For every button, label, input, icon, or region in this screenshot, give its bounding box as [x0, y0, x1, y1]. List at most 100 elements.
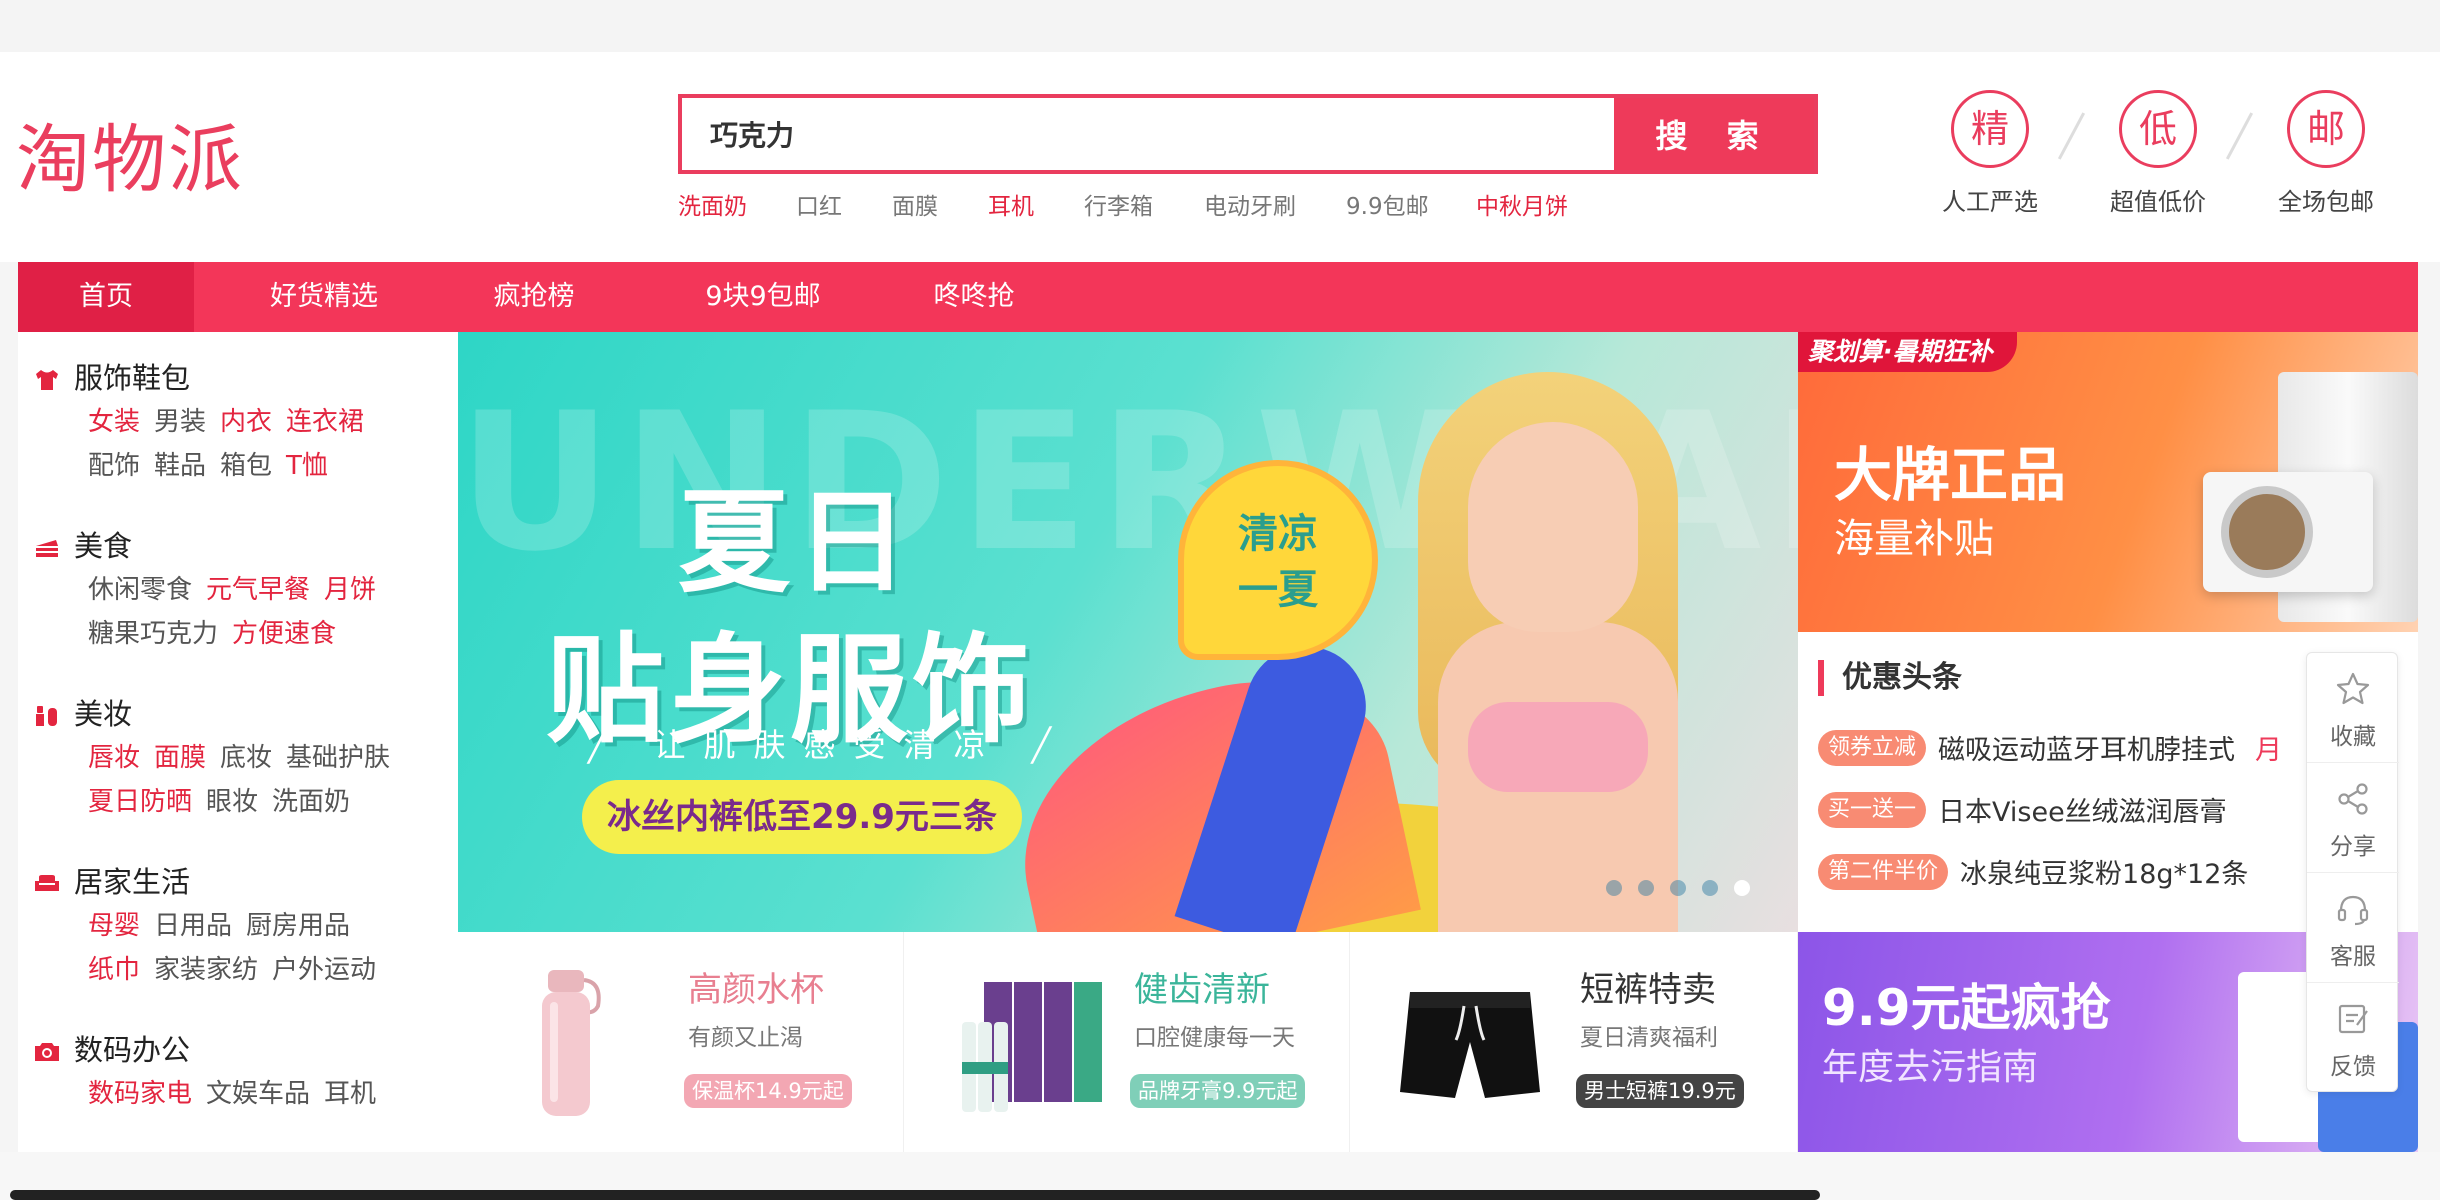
main-carousel-banner[interactable]: UNDERWEAR 夏日 贴身服饰 ╱ 让肌肤感受清凉 ╱ 冰丝内裤低至29.9…	[458, 332, 1798, 932]
category-link[interactable]: 鞋品	[154, 451, 206, 481]
horizontal-scrollbar[interactable]	[10, 1190, 1820, 1200]
category-link[interactable]: 眼妆	[206, 787, 258, 817]
carousel-dot-active[interactable]	[1734, 880, 1750, 896]
feature-low-price-icon: 低	[2119, 90, 2197, 168]
deal-text: 冰泉纯豆浆粉18g*12条	[1960, 859, 2249, 890]
category-link[interactable]: 家装家纺	[154, 955, 258, 985]
badge-line: 清凉	[1238, 511, 1318, 557]
category-link[interactable]: 文娱车品	[206, 1079, 310, 1109]
category-links: 母婴 日用品 厨房用品 纸巾 家装家纺 户外运动	[88, 904, 454, 992]
feature-low-price[interactable]: 低 超值低价	[2088, 90, 2228, 217]
category-heading[interactable]: 美食	[34, 524, 454, 568]
nav-9-9[interactable]: 9块9包邮	[658, 262, 868, 332]
promo-title: 高颜水杯	[688, 970, 824, 1010]
feature-handpicked[interactable]: 精 人工严选	[1920, 90, 2060, 217]
category-link[interactable]: 内衣	[220, 407, 272, 437]
category-link[interactable]: 方便速食	[232, 619, 336, 649]
nav-handpicked[interactable]: 好货精选	[224, 262, 424, 332]
floating-toolbar: 收藏 分享 客服 反馈	[2306, 652, 2399, 1093]
juhuasuan-banner[interactable]: 聚划算·暑期狂补 大牌正品 海量补贴	[1798, 332, 2418, 632]
juhuasuan-subtitle: 海量补贴	[1834, 516, 1994, 562]
hotword-link[interactable]: 洗面奶	[678, 187, 747, 221]
carousel-dot[interactable]	[1670, 880, 1686, 896]
category-link[interactable]: 配饰	[88, 451, 140, 481]
promo-tag: 品牌牙膏9.9元起	[1130, 1074, 1306, 1108]
share-button[interactable]: 分享	[2307, 763, 2399, 873]
promo-tag: 男士短裤19.9元	[1576, 1074, 1744, 1108]
category-heading[interactable]: 服饰鞋包	[34, 356, 454, 400]
site-logo[interactable]: 淘物派	[16, 100, 244, 207]
category-heading[interactable]: 居家生活	[34, 860, 454, 904]
category-link[interactable]: 唇妆	[88, 743, 140, 773]
category-cosmetics: 美妆 唇妆 面膜 底妆 基础护肤 夏日防晒 眼妆 洗面奶	[34, 692, 454, 824]
category-link[interactable]: 休闲零食	[88, 575, 192, 605]
category-title: 美妆	[74, 697, 133, 731]
deal-item[interactable]: 买一送一 日本Visee丝绒滋润唇膏	[1818, 790, 2227, 830]
site-header: 淘物派 搜 索 洗面奶 口红 面膜 耳机 行李箱 电动牙刷 9.9包邮 中秋月饼…	[0, 52, 2440, 262]
carousel-dot[interactable]	[1606, 880, 1622, 896]
category-link[interactable]: 连衣裙	[286, 407, 364, 437]
category-links: 数码家电 文娱车品 耳机	[88, 1072, 454, 1116]
category-clothing: 服饰鞋包 女装 男装 内衣 连衣裙 配饰 鞋品 箱包 T恤	[34, 356, 454, 488]
banner-model-image	[1398, 362, 1718, 932]
category-home: 居家生活 母婴 日用品 厨房用品 纸巾 家装家纺 户外运动	[34, 860, 454, 992]
favorite-button[interactable]: 收藏	[2307, 653, 2399, 763]
customer-service-button[interactable]: 客服	[2307, 873, 2399, 983]
category-link[interactable]: 男装	[154, 407, 206, 437]
main-nav: 首页 好货精选 疯抢榜 9块9包邮 咚咚抢	[18, 262, 2418, 332]
hotword-link[interactable]: 口红	[796, 187, 842, 221]
deal-text: 日本Visee丝绒滋润唇膏	[1938, 797, 2227, 828]
floatbar-label: 客服	[2330, 944, 2376, 970]
promo-shorts[interactable]: 短裤特卖 夏日清爽福利 男士短裤19.9元	[1350, 932, 1798, 1152]
category-link[interactable]: 厨房用品	[246, 911, 350, 941]
category-link[interactable]: 数码家电	[88, 1079, 192, 1109]
category-link[interactable]: 户外运动	[272, 955, 376, 985]
hotword-link[interactable]: 中秋月饼	[1476, 187, 1568, 221]
category-link[interactable]: 月饼	[324, 575, 376, 605]
category-link[interactable]: 洗面奶	[272, 787, 350, 817]
category-link[interactable]: 基础护肤	[286, 743, 390, 773]
feedback-button[interactable]: 反馈	[2307, 983, 2399, 1093]
category-link[interactable]: 纸巾	[88, 955, 140, 985]
browser-top-strip	[0, 0, 2440, 52]
hotword-link[interactable]: 行李箱	[1084, 187, 1153, 221]
category-heading[interactable]: 数码办公	[34, 1028, 454, 1072]
category-link[interactable]: 面膜	[154, 743, 206, 773]
carousel-dot[interactable]	[1638, 880, 1654, 896]
search-button[interactable]: 搜 索	[1614, 98, 1814, 170]
carousel-dot[interactable]	[1702, 880, 1718, 896]
category-link[interactable]: 女装	[88, 407, 140, 437]
nav-flash-sale[interactable]: 咚咚抢	[884, 262, 1064, 332]
category-heading[interactable]: 美妆	[34, 692, 454, 736]
category-link[interactable]: 箱包	[220, 451, 272, 481]
category-link[interactable]: 日用品	[154, 911, 232, 941]
thermos-icon	[542, 970, 601, 1116]
deal-item[interactable]: 第二件半价 冰泉纯豆浆粉18g*12条	[1818, 852, 2248, 892]
category-link[interactable]: 耳机	[324, 1079, 376, 1109]
category-link[interactable]: 夏日防晒	[88, 787, 192, 817]
deal-item[interactable]: 领券立减 磁吸运动蓝牙耳机脖挂式月	[1818, 728, 2282, 768]
purple-banner-subtitle: 年度去污指南	[1822, 1047, 2039, 1088]
hotword-link[interactable]: 9.9包邮	[1346, 187, 1429, 221]
deal-extra: 月	[2255, 735, 2283, 766]
deal-tag: 第二件半价	[1818, 853, 1949, 890]
feature-label: 超值低价	[2110, 188, 2206, 216]
promo-toothpaste[interactable]: 健齿清新 口腔健康每一天 品牌牙膏9.9元起	[904, 932, 1350, 1152]
category-link[interactable]: 元气早餐	[206, 575, 310, 605]
category-link[interactable]: 糖果巧克力	[88, 619, 218, 649]
hotword-link[interactable]: 耳机	[988, 187, 1034, 221]
category-link[interactable]: 底妆	[220, 743, 272, 773]
category-link[interactable]: 母婴	[88, 911, 140, 941]
hotword-link[interactable]: 电动牙刷	[1204, 187, 1296, 221]
hotword-link[interactable]: 面膜	[892, 187, 938, 221]
badge-line: 一夏	[1238, 567, 1318, 613]
nav-home[interactable]: 首页	[18, 262, 194, 332]
cosmetics-icon	[36, 706, 57, 726]
promo-cup[interactable]: 高颜水杯 有颜又止渴 保温杯14.9元起	[458, 932, 904, 1152]
shorts-icon	[1400, 992, 1540, 1098]
search-input[interactable]	[682, 98, 1618, 170]
feature-free-shipping[interactable]: 邮 全场包邮	[2256, 90, 2396, 217]
nav-hot-ranking[interactable]: 疯抢榜	[444, 262, 624, 332]
promo-subtitle: 口腔健康每一天	[1134, 1025, 1295, 1051]
category-link[interactable]: T恤	[286, 451, 328, 481]
